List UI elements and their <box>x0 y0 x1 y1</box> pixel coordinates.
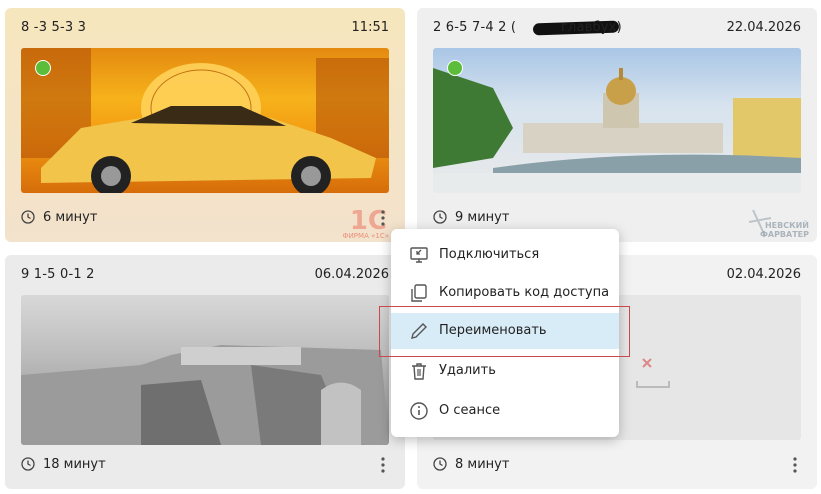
card-footer: 6 минут <box>21 208 393 228</box>
session-card-2[interactable]: 2 6-5 7-4 2 (главбух) 22.04.2026 НЕВСКИЙ… <box>417 8 817 242</box>
online-indicator <box>35 60 51 76</box>
session-code: 2 6-5 7-4 2 (главбух) <box>433 20 622 36</box>
session-thumbnail[interactable] <box>21 48 389 193</box>
card-footer: 9 минут <box>433 208 805 228</box>
clock-icon <box>21 210 35 224</box>
copy-icon <box>411 284 427 302</box>
more-menu-icon[interactable] <box>375 208 391 228</box>
more-menu-icon[interactable] <box>787 455 803 475</box>
session-duration: 8 минут <box>455 457 510 472</box>
online-indicator <box>447 60 463 76</box>
info-icon <box>410 402 428 420</box>
monitor-connect-icon <box>410 247 428 263</box>
city-wallpaper <box>433 68 801 193</box>
session-thumbnail[interactable] <box>433 48 801 193</box>
session-code: 9 1-5 0-1 2 <box>21 267 95 282</box>
card-header: 8 -3 5-3 3 11:51 <box>21 20 389 38</box>
car-wallpaper <box>21 48 389 193</box>
session-thumbnail[interactable] <box>21 295 389 445</box>
menu-item-label: Копировать код доступа <box>439 285 610 300</box>
cliff-wallpaper <box>21 345 389 445</box>
clock-icon <box>433 457 447 471</box>
session-card-3[interactable]: 9 1-5 0-1 2 06.04.2026 18 минут <box>5 255 405 489</box>
trash-icon <box>412 363 426 380</box>
no-preview-icon <box>636 358 670 388</box>
session-duration: 18 минут <box>43 457 106 472</box>
card-footer: 8 минут <box>433 455 805 475</box>
clock-icon <box>433 210 447 224</box>
clock-icon <box>21 457 35 471</box>
menu-item-label: Подключиться <box>439 247 540 262</box>
session-duration: 6 минут <box>43 210 98 225</box>
session-code: 8 -3 5-3 3 <box>21 20 87 35</box>
session-duration: 9 минут <box>455 210 510 225</box>
session-card-1[interactable]: 8 -3 5-3 3 11:51 1С ФИРМА «1С» 6 минут <box>5 8 405 242</box>
session-time: 22.04.2026 <box>726 20 801 35</box>
card-header: 9 1-5 0-1 2 06.04.2026 <box>21 267 389 285</box>
card-header: 2 6-5 7-4 2 (главбух) 22.04.2026 <box>433 20 801 38</box>
more-menu-icon[interactable] <box>375 455 391 475</box>
session-time: 06.04.2026 <box>314 267 389 282</box>
menu-item-label: О сеансе <box>439 403 501 418</box>
session-time: 02.04.2026 <box>726 267 801 282</box>
menu-item-label: Удалить <box>439 363 496 378</box>
card-footer: 18 минут <box>21 455 393 475</box>
menu-item-connect[interactable]: Подключиться <box>391 237 619 273</box>
watermark-nevsky-sub: ФАРВАТЕР <box>759 230 809 239</box>
session-time: 11:51 <box>351 20 389 35</box>
menu-item-delete[interactable]: Удалить <box>391 353 619 389</box>
watermark-1c-sub: ФИРМА «1С» <box>342 232 389 240</box>
menu-item-about[interactable]: О сеансе <box>391 393 619 429</box>
rename-highlight-box <box>379 306 630 357</box>
